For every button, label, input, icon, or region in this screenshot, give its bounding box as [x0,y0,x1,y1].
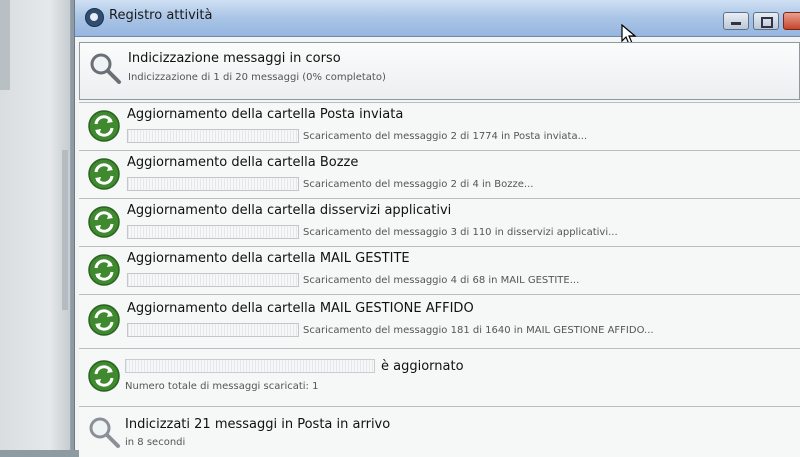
progress-bar [127,177,299,191]
background-window-bar [0,0,10,90]
activity-detail: Scaricamento del messaggio 2 di 1774 in … [303,131,588,142]
magnifier-icon [89,417,120,448]
maximize-button[interactable] [753,12,779,30]
activity-subtitle: Indicizzazione di 1 di 20 messaggi (0% c… [128,72,386,83]
thunderbird-app-icon [85,8,104,27]
minimize-button[interactable] [723,12,749,30]
sync-icon [88,360,120,392]
sync-icon [88,304,120,336]
activity-list: Indicizzazione messaggi in corso Indiciz… [75,40,800,457]
activity-row-mail-gestione-affido[interactable]: Aggiornamento della cartella MAIL GESTIO… [79,294,800,349]
activity-title: Aggiornamento della cartella disservizi … [127,203,452,218]
activity-title: Indicizzazione messaggi in corso [128,51,341,66]
activity-row-bozze[interactable]: Aggiornamento della cartella Bozze Scari… [79,150,800,199]
activity-row-mail-gestite[interactable]: Aggiornamento della cartella MAIL GESTIT… [79,246,800,295]
sync-icon [88,158,120,190]
progress-bar [127,273,299,287]
sync-icon [88,254,120,286]
sync-icon [88,110,120,142]
activity-detail: Scaricamento del messaggio 3 di 110 in d… [303,227,618,238]
activity-detail: Scaricamento del messaggio 4 di 68 in MA… [303,275,580,286]
background-window-edge [0,0,71,450]
progress-bar [127,225,299,239]
activity-row-indexing[interactable]: Indicizzazione messaggi in corso Indiciz… [79,42,800,100]
activity-row-indicizzati[interactable]: Indicizzati 21 messaggi in Posta in arri… [79,406,800,457]
activity-title: è aggiornato [381,359,464,374]
close-button[interactable] [783,12,800,30]
title-bar[interactable]: Registro attività [75,0,800,45]
activity-row-disservizi[interactable]: Aggiornamento della cartella disservizi … [79,198,800,247]
background-scrollbar [62,150,68,310]
magnifier-icon [90,53,121,84]
sync-icon [88,206,120,238]
progress-bar [127,323,299,337]
activity-subtitle: in 8 secondi [125,437,186,448]
activity-subtitle: Numero totale di messaggi scaricati: 1 [125,381,319,392]
activity-detail: Scaricamento del messaggio 181 di 1640 i… [303,325,654,336]
activity-manager-window: Registro attività Indicizzazione messagg… [74,0,800,457]
progress-bar [127,129,299,143]
redacted-account-field [125,359,375,373]
activity-title: Aggiornamento della cartella Posta invia… [127,107,404,122]
activity-row-aggiornato[interactable]: è aggiornato Numero totale di messaggi s… [79,348,800,407]
activity-title: Aggiornamento della cartella Bozze [127,155,359,170]
activity-title: Aggiornamento della cartella MAIL GESTIO… [127,301,474,316]
activity-row-posta-inviata[interactable]: Aggiornamento della cartella Posta invia… [79,102,800,151]
activity-detail: Scaricamento del messaggio 2 di 4 in Boz… [303,179,534,190]
activity-title: Aggiornamento della cartella MAIL GESTIT… [127,251,410,266]
activity-title: Indicizzati 21 messaggi in Posta in arri… [125,417,391,432]
window-title: Registro attività [109,8,213,23]
